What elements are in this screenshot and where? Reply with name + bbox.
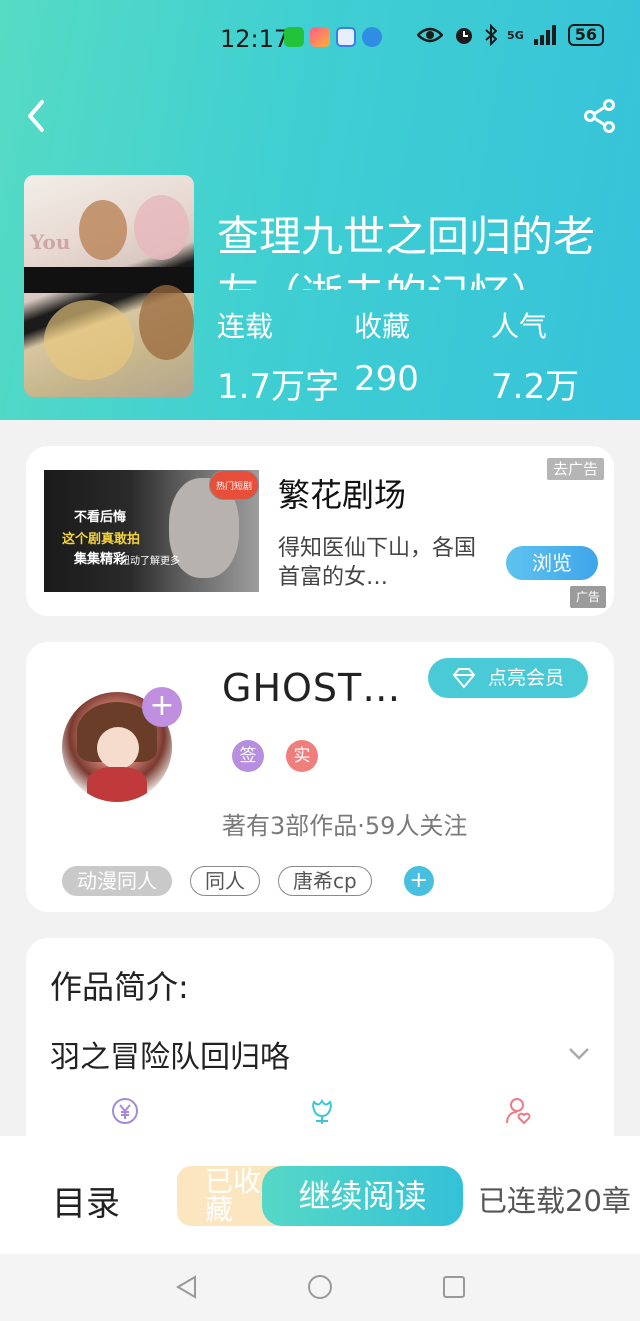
author-card: + GHOST… 点亮会员 签 实 著有3部作品·59人关注 动漫同人 同人 唐… xyxy=(26,642,614,912)
eye-icon xyxy=(417,27,444,43)
ad-title: 繁花剧场 xyxy=(278,476,407,514)
author-name[interactable]: GHOST… xyxy=(222,666,401,710)
network-label: 5G xyxy=(507,28,524,42)
remove-ad-button[interactable]: 去广告 xyxy=(546,458,604,480)
chevron-down-icon[interactable] xyxy=(568,1046,590,1062)
signed-badge: 签 xyxy=(232,740,264,772)
tag-item[interactable]: 唐希cp xyxy=(278,866,372,896)
stat-value: 7.2万 xyxy=(491,367,580,407)
stat-label: 连载 xyxy=(217,310,274,343)
intro-heading: 作品简介: xyxy=(50,968,189,1006)
book-header: 12:17 5G 56 You 查理九世之回归的老友（逝去的记忆） 连载 1.7… xyxy=(0,0,640,420)
ad-browse-button[interactable]: 浏览 xyxy=(506,546,598,580)
flower-icon[interactable] xyxy=(307,1096,337,1126)
vip-membership-button[interactable]: 点亮会员 xyxy=(428,658,588,698)
book-stats: 连载 1.7万字 收藏 290 人气 7.2万 xyxy=(217,305,628,408)
system-nav-bar xyxy=(0,1254,640,1321)
tag-item[interactable]: 动漫同人 xyxy=(62,866,172,896)
cover-text: You xyxy=(30,230,71,254)
intro-text: 羽之冒险队回归咯 xyxy=(50,1040,290,1075)
ad-image-line: 不看后悔 xyxy=(74,510,127,525)
ad-image-line: 集集精彩 xyxy=(74,552,127,567)
continue-reading-button[interactable]: 继续阅读 xyxy=(262,1166,463,1226)
serial-chapter-count: 已连载20章 xyxy=(478,1184,631,1218)
stat-popularity: 人气 7.2万 xyxy=(491,305,628,408)
tag-item[interactable]: 同人 xyxy=(190,866,260,896)
ad-image-tag: 热门短剧 xyxy=(208,470,259,500)
status-icons: 5G 56 xyxy=(417,24,604,46)
alarm-icon xyxy=(456,28,473,44)
nav-recent-apps-icon[interactable] xyxy=(441,1274,467,1300)
diamond-icon xyxy=(452,668,476,689)
back-icon[interactable] xyxy=(18,96,58,136)
app-icon-blue xyxy=(336,27,356,47)
share-icon[interactable] xyxy=(582,98,618,134)
stat-word-count: 连载 1.7万字 xyxy=(217,305,354,408)
app-icon-round xyxy=(362,27,382,47)
toc-button[interactable]: 目录 xyxy=(52,1176,120,1225)
add-tag-button[interactable]: + xyxy=(403,866,434,896)
stat-value: 290 xyxy=(354,359,419,399)
author-meta: 著有3部作品·59人关注 xyxy=(222,812,468,840)
tag-list: 动漫同人 同人 唐希cp + xyxy=(62,866,434,896)
stat-label: 收藏 xyxy=(354,310,411,343)
vip-label: 点亮会员 xyxy=(487,667,564,689)
follow-author-button[interactable]: + xyxy=(142,687,182,727)
reward-icon[interactable] xyxy=(110,1096,140,1126)
status-bar: 12:17 5G 56 xyxy=(0,20,640,60)
ad-description: 得知医仙下山，各国首富的女… xyxy=(278,536,477,590)
app-icon-colorful xyxy=(310,27,330,47)
fan-heart-icon[interactable] xyxy=(504,1096,534,1126)
book-cover[interactable]: You xyxy=(24,175,194,397)
verified-badge: 实 xyxy=(286,740,318,772)
signal-icon xyxy=(533,25,556,45)
ad-card[interactable]: 热门短剧 不看后悔 这个剧真敢拍 集集精彩 扭动了解更多 繁花剧场 得知医仙下山… xyxy=(26,446,614,616)
wechat-icon xyxy=(284,27,304,47)
ad-image-line: 扭动了解更多 xyxy=(120,556,180,567)
stat-label: 人气 xyxy=(491,310,548,343)
ad-badge[interactable]: 广告 xyxy=(569,586,606,608)
bluetooth-icon xyxy=(485,24,498,46)
ad-image[interactable]: 热门短剧 不看后悔 这个剧真敢拍 集集精彩 扭动了解更多 xyxy=(44,470,259,592)
nav-home-icon[interactable] xyxy=(307,1274,333,1300)
stat-favorites: 收藏 290 xyxy=(354,305,491,408)
status-time: 12:17 xyxy=(220,25,290,53)
ad-image-line: 这个剧真敢拍 xyxy=(62,532,141,547)
stat-value: 1.7万字 xyxy=(217,367,340,407)
book-title: 查理九世之回归的老友（逝去的记忆） xyxy=(217,212,596,290)
nav-back-icon[interactable] xyxy=(174,1274,200,1300)
battery-indicator: 56 xyxy=(567,24,604,46)
bottom-action-bar: 目录 已收藏 继续阅读 已连载20章 xyxy=(0,1136,640,1254)
